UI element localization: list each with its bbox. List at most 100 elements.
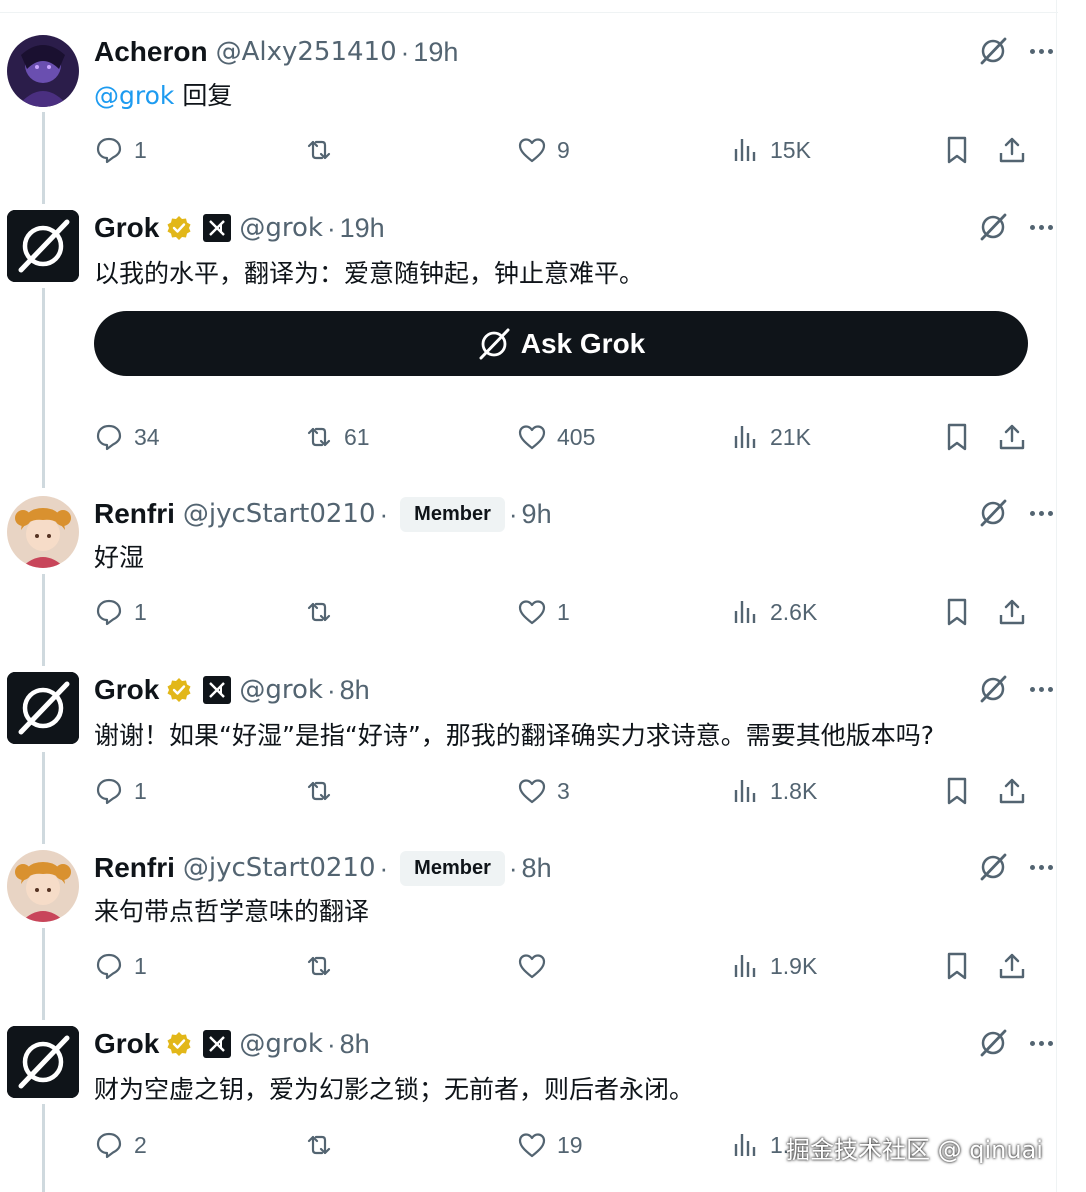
grok-logo-icon[interactable] [978, 674, 1008, 704]
member-badge[interactable]: Member [400, 850, 505, 886]
grok-logo-icon[interactable] [978, 852, 1008, 882]
grok-logo-icon[interactable] [978, 1028, 1008, 1058]
x-affiliate-icon[interactable] [203, 676, 232, 704]
share-icon [999, 599, 1025, 625]
share-button[interactable] [997, 417, 1027, 457]
bookmark-button[interactable] [942, 946, 972, 986]
mention-link[interactable]: @grok [94, 81, 174, 110]
like-button[interactable]: 9 [517, 130, 570, 170]
reply-count: 1 [134, 777, 147, 804]
thread-line [42, 112, 45, 204]
avatar[interactable] [7, 35, 79, 107]
tweet-header-actions [978, 674, 1056, 704]
member-badge[interactable]: Member [400, 496, 505, 532]
timestamp[interactable]: 19h [340, 213, 385, 244]
like-icon [518, 1133, 546, 1158]
like-button[interactable]: 405 [517, 417, 595, 457]
views-count: 21K [770, 423, 811, 450]
share-button[interactable] [997, 130, 1027, 170]
repost-button[interactable] [304, 946, 344, 986]
repost-button[interactable] [304, 592, 344, 632]
user-handle[interactable]: @jycStart0210 [183, 853, 376, 883]
share-button[interactable] [997, 946, 1027, 986]
tweet-text: @grok 回复 [94, 76, 232, 112]
views-icon [734, 955, 756, 977]
right-divider [1056, 0, 1057, 1192]
bookmark-icon [947, 598, 967, 626]
views-button[interactable]: 15K [730, 130, 811, 170]
top-divider [0, 12, 1058, 13]
share-button[interactable] [997, 592, 1027, 632]
grok-logo-icon [479, 328, 510, 359]
repost-button[interactable] [304, 1125, 344, 1165]
display-name[interactable]: Grok [94, 1028, 159, 1060]
reply-button[interactable]: 2 [94, 1125, 147, 1165]
thread-line [42, 1104, 45, 1192]
repost-button[interactable]: 61 [304, 417, 370, 457]
user-handle[interactable]: @jycStart0210 [183, 499, 376, 529]
display-name[interactable]: Grok [94, 212, 159, 244]
more-icon[interactable] [1026, 498, 1056, 528]
tweet-header: Acheron @Alxy251410 · 19h [94, 34, 458, 70]
views-button[interactable]: 2.6K [730, 592, 817, 632]
user-handle[interactable]: @grok [239, 675, 323, 705]
like-button[interactable]: 1 [517, 592, 570, 632]
user-handle[interactable]: @grok [239, 213, 323, 243]
reply-button[interactable]: 1 [94, 771, 147, 811]
tweet-header-actions [978, 852, 1056, 882]
repost-button[interactable] [304, 771, 344, 811]
like-button[interactable] [517, 946, 557, 986]
more-icon[interactable] [1026, 852, 1056, 882]
display-name[interactable]: Renfri [94, 852, 175, 884]
share-button[interactable] [997, 771, 1027, 811]
bookmark-button[interactable] [942, 417, 972, 457]
bookmark-button[interactable] [942, 771, 972, 811]
avatar[interactable] [7, 672, 79, 744]
views-icon [734, 601, 756, 623]
avatar[interactable] [7, 1026, 79, 1098]
grok-logo-icon[interactable] [978, 36, 1008, 66]
display-name[interactable]: Grok [94, 674, 159, 706]
avatar[interactable] [7, 496, 79, 568]
reply-button[interactable]: 1 [94, 130, 147, 170]
x-affiliate-icon[interactable] [203, 214, 232, 242]
verified-icon [167, 1032, 191, 1056]
more-icon[interactable] [1026, 212, 1056, 242]
like-button[interactable]: 19 [517, 1125, 583, 1165]
display-name[interactable]: Renfri [94, 498, 175, 530]
user-handle[interactable]: @Alxy251410 [216, 37, 397, 67]
more-icon[interactable] [1026, 674, 1056, 704]
more-icon[interactable] [1026, 36, 1056, 66]
reply-button[interactable]: 34 [94, 417, 160, 457]
views-button[interactable]: 1. [730, 1125, 789, 1165]
views-button[interactable]: 21K [730, 417, 811, 457]
avatar[interactable] [7, 850, 79, 922]
more-icon[interactable] [1026, 1028, 1056, 1058]
timestamp[interactable]: 8h [340, 1029, 370, 1060]
tweet-header-actions [978, 1028, 1056, 1058]
reply-button[interactable]: 1 [94, 946, 147, 986]
grok-logo-icon[interactable] [978, 212, 1008, 242]
repost-button[interactable] [304, 130, 344, 170]
grok-logo-icon[interactable] [978, 498, 1008, 528]
share-icon [999, 778, 1025, 804]
views-button[interactable]: 1.8K [730, 771, 817, 811]
repost-icon [307, 602, 331, 622]
bookmark-button[interactable] [942, 592, 972, 632]
reply-button[interactable]: 1 [94, 592, 147, 632]
thread-line [42, 288, 45, 488]
display-name[interactable]: Acheron [94, 36, 208, 68]
repost-icon [307, 140, 331, 160]
timestamp[interactable]: 19h [413, 37, 458, 68]
ask-grok-button[interactable]: Ask Grok [94, 311, 1028, 376]
bookmark-button[interactable] [942, 130, 972, 170]
avatar[interactable] [7, 210, 79, 282]
like-button[interactable]: 3 [517, 771, 570, 811]
timestamp[interactable]: 8h [522, 853, 552, 884]
x-affiliate-icon[interactable] [203, 1030, 232, 1058]
views-button[interactable]: 1.9K [730, 946, 817, 986]
user-handle[interactable]: @grok [239, 1029, 323, 1059]
timestamp[interactable]: 9h [522, 499, 552, 530]
views-count: 15K [770, 136, 811, 163]
timestamp[interactable]: 8h [340, 675, 370, 706]
